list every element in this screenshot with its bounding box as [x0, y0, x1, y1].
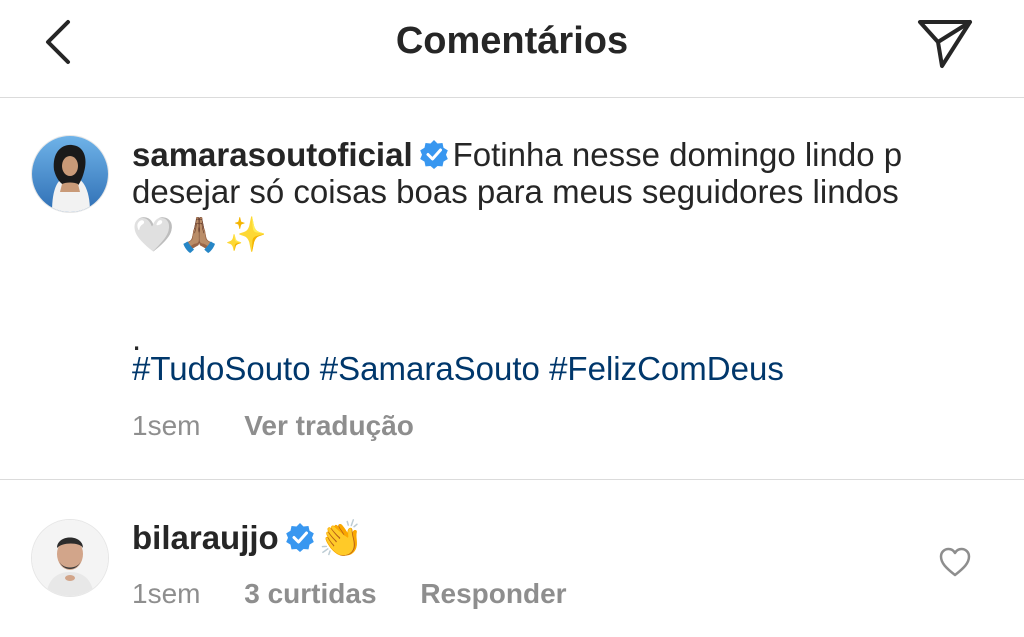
comment-row: bilaraujjo 👏 1sem 3 curtidas Responder: [0, 480, 1024, 637]
hashtag-link[interactable]: #SamaraSouto: [320, 350, 540, 387]
hashtag-link[interactable]: #FelizComDeus: [549, 350, 784, 387]
hashtag-list: #TudoSouto #SamaraSouto #FelizComDeus: [132, 350, 784, 388]
paper-plane-icon[interactable]: [914, 14, 976, 72]
caption-timestamp: 1sem: [132, 410, 201, 441]
avatar[interactable]: [32, 520, 108, 596]
page-title: Comentários: [395, 20, 629, 62]
header-bar: Comentários: [0, 0, 1024, 98]
avatar-photo: [32, 136, 108, 212]
verified-badge-icon: [285, 523, 314, 552]
likes-count-link[interactable]: 3 curtidas: [244, 578, 376, 609]
comment-message: 👏: [318, 518, 364, 559]
caption-meta: 1sem Ver tradução: [132, 410, 414, 442]
reply-button[interactable]: Responder: [420, 578, 566, 609]
see-translation-link[interactable]: Ver tradução: [244, 410, 414, 441]
comment-username[interactable]: bilaraujjo: [132, 519, 279, 556]
post-caption: samarasoutoficial Fotinha nesse domingo …: [0, 98, 1024, 480]
comment-body: bilaraujjo 👏: [132, 518, 364, 559]
avatar-photo: [32, 520, 108, 596]
verified-badge-icon: [419, 140, 448, 169]
comment-meta: 1sem 3 curtidas Responder: [132, 578, 567, 610]
hashtag-link[interactable]: #TudoSouto: [132, 350, 311, 387]
caption-username[interactable]: samarasoutoficial: [132, 136, 413, 173]
heart-outline-icon[interactable]: [938, 546, 972, 578]
caption-body: samarasoutoficial Fotinha nesse domingo …: [132, 136, 1002, 258]
comment-timestamp: 1sem: [132, 578, 201, 609]
caption-emojis: 🤍🙏🏽✨: [132, 216, 272, 254]
avatar[interactable]: [32, 136, 108, 212]
